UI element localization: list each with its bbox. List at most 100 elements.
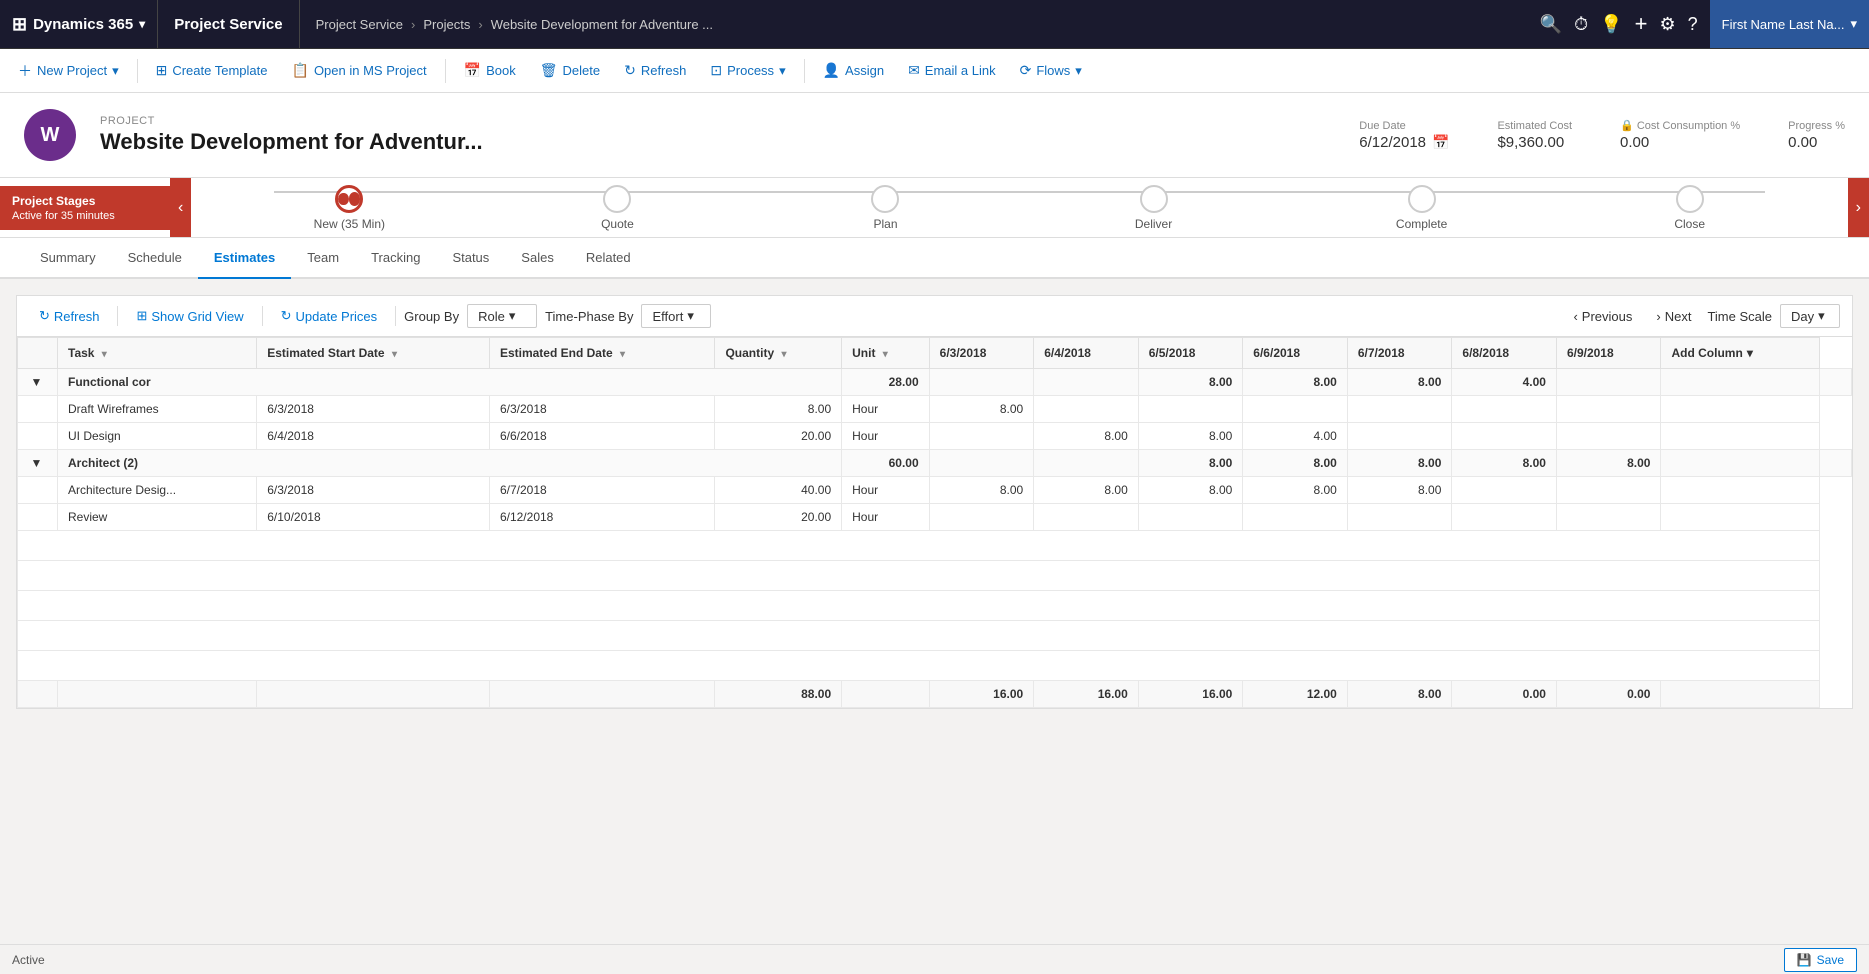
help-icon[interactable]: 💡 bbox=[1600, 14, 1622, 35]
footer-d3: 16.00 bbox=[1138, 681, 1243, 708]
show-grid-view-label: Show Grid View bbox=[151, 309, 243, 324]
unit-header[interactable]: Unit ▾ bbox=[842, 338, 930, 369]
sales-tab[interactable]: Sales bbox=[505, 238, 570, 279]
end-date-header[interactable]: Estimated End Date ▾ bbox=[489, 338, 715, 369]
refresh-button[interactable]: ↻ Refresh bbox=[614, 57, 696, 84]
g-fc-d2: 8.00 bbox=[1138, 369, 1243, 396]
tracking-tab[interactable]: Tracking bbox=[355, 238, 436, 279]
stage-circle-close bbox=[1676, 185, 1704, 213]
add-col-dropdown-icon: ▾ bbox=[1747, 346, 1753, 360]
brand-area[interactable]: ⊞ Dynamics 365 ▾ bbox=[0, 0, 158, 48]
clock-icon[interactable]: ⏱ bbox=[1574, 14, 1588, 35]
expand-architect[interactable]: ▼ bbox=[18, 450, 58, 477]
qty-review: 20.00 bbox=[715, 504, 842, 531]
stage-new[interactable]: New (35 Min) bbox=[215, 185, 483, 231]
lock-icon: 🔒 bbox=[1620, 120, 1634, 132]
rv-d1 bbox=[929, 504, 1034, 531]
task-header[interactable]: Task ▾ bbox=[58, 338, 257, 369]
est-refresh-icon: ↻ bbox=[39, 308, 50, 324]
stage-label-complete: Complete bbox=[1396, 217, 1447, 231]
task-review: Review bbox=[58, 504, 257, 531]
book-label: Book bbox=[486, 63, 516, 78]
team-tab[interactable]: Team bbox=[291, 238, 355, 279]
question-icon[interactable]: ? bbox=[1688, 14, 1698, 35]
nav-icons: 🔍 ⏱ 💡 + ⚙ ? bbox=[1528, 11, 1710, 37]
bc-2[interactable]: Projects bbox=[423, 17, 470, 32]
update-prices-button[interactable]: ↻ Update Prices bbox=[271, 304, 388, 328]
previous-button[interactable]: ‹ Previous bbox=[1565, 305, 1640, 328]
group-unit-functional bbox=[929, 369, 1034, 396]
bc-3[interactable]: Website Development for Adventure ... bbox=[491, 17, 713, 32]
footer-d4: 12.00 bbox=[1243, 681, 1348, 708]
qty-draft-wireframes: 8.00 bbox=[715, 396, 842, 423]
group-by-select[interactable]: Role ▾ bbox=[467, 304, 537, 328]
open-ms-project-button[interactable]: 📋 Open in MS Project bbox=[282, 57, 437, 84]
stages-active-text: Active for 35 minutes bbox=[12, 210, 158, 222]
delete-button[interactable]: 🗑 Delete bbox=[530, 57, 610, 84]
stage-plan[interactable]: Plan bbox=[751, 185, 1019, 231]
stages-next-button[interactable]: › bbox=[1848, 178, 1869, 237]
start-draft-wireframes: 6/3/2018 bbox=[257, 396, 490, 423]
bc-1[interactable]: Project Service bbox=[316, 17, 403, 32]
empty-row-3 bbox=[18, 591, 1852, 621]
start-date-header[interactable]: Estimated Start Date ▾ bbox=[257, 338, 490, 369]
next-button[interactable]: › Next bbox=[1648, 305, 1699, 328]
stage-close[interactable]: Close bbox=[1556, 185, 1824, 231]
quantity-header[interactable]: Quantity ▾ bbox=[715, 338, 842, 369]
end-arch-design: 6/7/2018 bbox=[489, 477, 715, 504]
rv-d7 bbox=[1556, 504, 1661, 531]
brand-dropdown-icon[interactable]: ▾ bbox=[139, 17, 145, 31]
unit-arch-design: Hour bbox=[842, 477, 930, 504]
flows-button[interactable]: ⟳ Flows ▾ bbox=[1010, 57, 1092, 84]
ad-d5: 8.00 bbox=[1347, 477, 1452, 504]
show-grid-view-button[interactable]: ⊞ Show Grid View bbox=[126, 304, 253, 328]
empty-row-4 bbox=[18, 621, 1852, 651]
process-button[interactable]: ⊡ Process ▾ bbox=[700, 57, 795, 84]
book-button[interactable]: 📅 Book bbox=[454, 57, 526, 84]
breadcrumb: Project Service › Projects › Website Dev… bbox=[300, 0, 1528, 48]
footer-task bbox=[58, 681, 257, 708]
status-tab[interactable]: Status bbox=[436, 238, 505, 279]
email-link-button[interactable]: ✉ Email a Link bbox=[898, 57, 1006, 84]
footer-d1: 16.00 bbox=[929, 681, 1034, 708]
unit-review: Hour bbox=[842, 504, 930, 531]
related-tab[interactable]: Related bbox=[570, 238, 647, 279]
day-select[interactable]: Day ▾ bbox=[1780, 304, 1840, 328]
calendar-icon[interactable]: 📅 bbox=[1432, 134, 1449, 151]
process-dropdown-icon: ▾ bbox=[779, 63, 786, 79]
create-template-button[interactable]: ⊞ Create Template bbox=[146, 57, 278, 84]
est-refresh-button[interactable]: ↻ Refresh bbox=[29, 304, 109, 328]
summary-tab[interactable]: Summary bbox=[24, 238, 112, 279]
time-phase-by-select[interactable]: Effort ▾ bbox=[641, 304, 711, 328]
unit-ui-design: Hour bbox=[842, 423, 930, 450]
estimated-cost-item: Estimated Cost $9,360.00 bbox=[1497, 120, 1572, 151]
schedule-tab[interactable]: Schedule bbox=[112, 238, 198, 279]
stage-circle-plan bbox=[871, 185, 899, 213]
new-project-button[interactable]: ＋ New Project ▾ bbox=[8, 56, 129, 86]
next-label: Next bbox=[1665, 309, 1692, 324]
table-row-draft-wireframes: Draft Wireframes 6/3/2018 6/3/2018 8.00 … bbox=[18, 396, 1852, 423]
stage-complete[interactable]: Complete bbox=[1288, 185, 1556, 231]
footer-d5: 8.00 bbox=[1347, 681, 1452, 708]
uid-d3: 8.00 bbox=[1138, 423, 1243, 450]
stage-quote[interactable]: Quote bbox=[483, 185, 751, 231]
settings-icon[interactable]: ⚙ bbox=[1660, 14, 1676, 35]
stages-prev-button[interactable]: ‹ bbox=[170, 178, 191, 237]
add-icon[interactable]: + bbox=[1635, 11, 1648, 37]
project-icon: W bbox=[24, 109, 76, 161]
add-column-header[interactable]: Add Column ▾ bbox=[1661, 338, 1819, 369]
dw-addcol bbox=[1661, 396, 1819, 423]
assign-button[interactable]: 👤 Assign bbox=[813, 57, 894, 84]
date-2-header: 6/4/2018 bbox=[1034, 338, 1139, 369]
ad-d3: 8.00 bbox=[1138, 477, 1243, 504]
expand-functional[interactable]: ▼ bbox=[18, 369, 58, 396]
user-area[interactable]: First Name Last Na... ▾ bbox=[1710, 0, 1869, 48]
search-icon[interactable]: 🔍 bbox=[1540, 14, 1562, 35]
rv-d2 bbox=[1034, 504, 1139, 531]
estimates-toolbar: ↻ Refresh ⊞ Show Grid View ↻ Update Pric… bbox=[16, 295, 1853, 336]
save-button[interactable]: 💾 Save bbox=[1784, 948, 1857, 972]
stage-deliver[interactable]: Deliver bbox=[1020, 185, 1288, 231]
day-chevron: ▾ bbox=[1818, 308, 1825, 324]
estimates-tab[interactable]: Estimates bbox=[198, 238, 291, 279]
uid-addcol bbox=[1661, 423, 1819, 450]
